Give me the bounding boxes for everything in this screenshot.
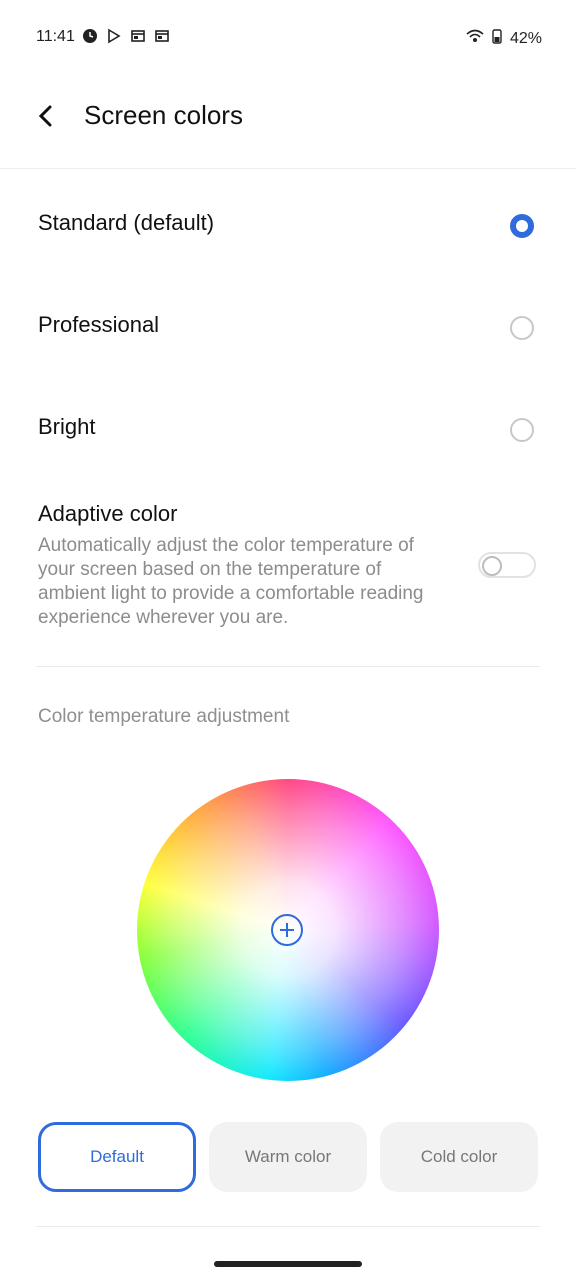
radio-standard-selected[interactable]: [510, 214, 534, 238]
back-arrow-icon: [38, 105, 52, 127]
option-standard[interactable]: Standard (default): [0, 184, 576, 268]
option-bright[interactable]: Bright: [0, 388, 576, 472]
wifi-icon: [466, 28, 484, 49]
notification-icons: [82, 28, 170, 44]
calendar-icon: [130, 28, 146, 44]
toggle-knob: [482, 556, 502, 576]
battery-percent: 42%: [509, 29, 542, 47]
default-button[interactable]: Default: [38, 1122, 196, 1192]
cold-color-button[interactable]: Cold color: [380, 1122, 538, 1192]
back-button[interactable]: [30, 100, 62, 132]
adaptive-color-title: Adaptive color: [38, 501, 178, 526]
calendar-icon: [154, 28, 170, 44]
option-professional[interactable]: Professional: [0, 286, 576, 370]
divider: [36, 1226, 540, 1227]
play-store-icon: [106, 28, 122, 44]
warm-color-button[interactable]: Warm color: [209, 1122, 367, 1192]
battery-icon: [492, 28, 502, 49]
home-indicator[interactable]: [214, 1261, 362, 1267]
adaptive-color-toggle[interactable]: [478, 552, 536, 578]
color-wheel-handle-icon[interactable]: [271, 914, 303, 946]
option-label: Bright: [38, 414, 96, 439]
page-title: Screen colors: [84, 100, 243, 130]
radio-professional[interactable]: [510, 316, 534, 340]
divider: [36, 666, 540, 667]
radio-bright[interactable]: [510, 418, 534, 442]
header: Screen colors: [0, 76, 576, 169]
option-label: Professional: [38, 312, 160, 337]
color-temperature-section-title: Color temperature adjustment: [38, 706, 290, 727]
clock-icon: [82, 28, 98, 44]
option-label: Standard (default): [38, 210, 215, 235]
status-time: 11:41: [36, 28, 75, 45]
adaptive-color-description: Automatically adjust the color temperatu…: [38, 535, 424, 628]
status-bar: 11:41 42%: [0, 0, 576, 76]
system-status: 42%: [466, 28, 542, 49]
